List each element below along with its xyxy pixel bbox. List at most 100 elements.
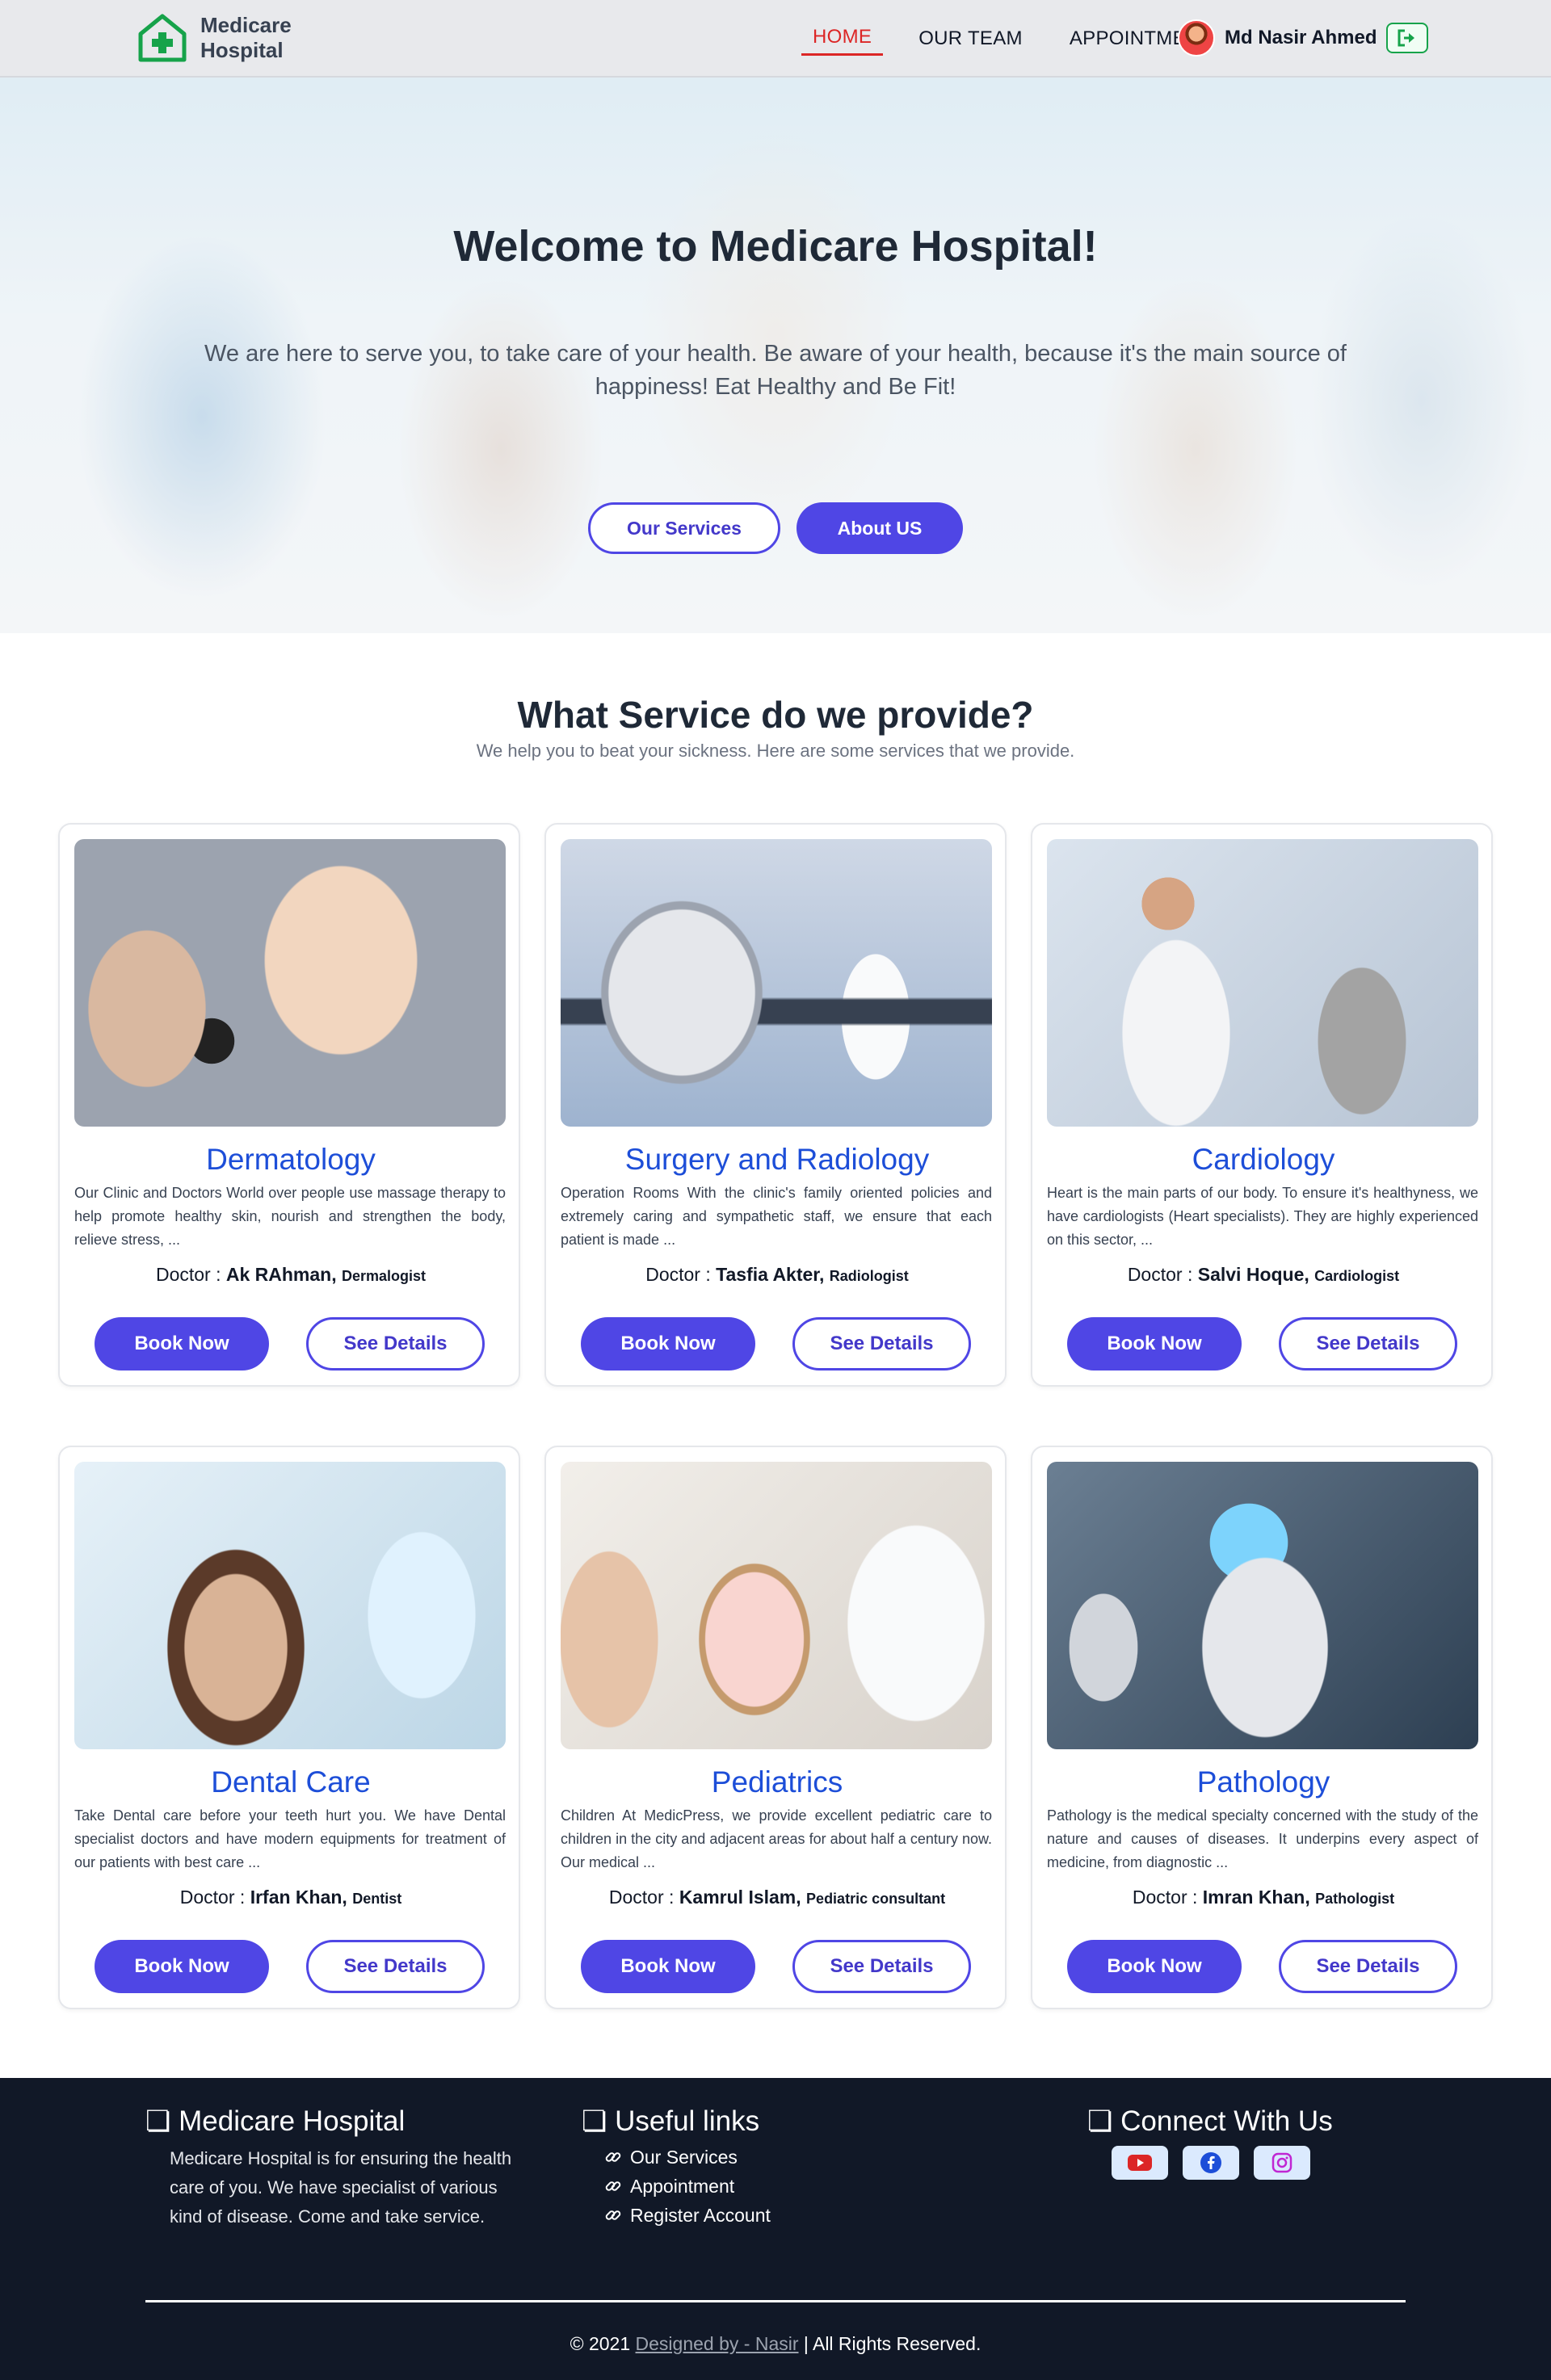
instagram-icon [1271,2152,1292,2173]
doctor-specialty: Radiologist [829,1268,909,1284]
footer-divider [145,2300,1406,2302]
service-doctor: Doctor : Salvi Hoque, Cardiologist [1032,1264,1494,1286]
our-services-button[interactable]: Our Services [588,502,780,554]
doctor-name: Imran Khan, [1202,1887,1310,1908]
link-icon [605,2210,621,2220]
footer-links-heading: ❏ Useful links [582,2105,759,2138]
footer-link-our-services[interactable]: Our Services [604,2143,771,2172]
doctor-specialty: Cardiologist [1314,1268,1400,1284]
link-icon [605,2152,621,2162]
service-image [1047,1462,1478,1749]
service-title: Dermatology [206,1143,376,1176]
service-card-pediatrics: Pediatrics Children At MedicPress, we pr… [544,1446,1007,2009]
logout-button[interactable] [1386,23,1429,53]
service-title: Cardiology [1192,1143,1335,1176]
brand-line-1: Medicare [200,13,292,37]
service-description: Heart is the main parts of our body. To … [1047,1185,1478,1248]
service-title: Pathology [1196,1765,1330,1799]
youtube-button[interactable] [1112,2146,1168,2180]
see-details-button[interactable]: See Details [792,1317,971,1370]
service-card-cardiology: Cardiology Heart is the main parts of ou… [1031,823,1493,1387]
service-title: Dental Care [211,1765,371,1799]
brand-name: Medicare Hospital [200,13,292,63]
instagram-button[interactable] [1254,2146,1310,2180]
facebook-button[interactable] [1183,2146,1239,2180]
service-image [1047,839,1478,1127]
doctor-name: Salvi Hoque, [1197,1264,1309,1285]
designer-link[interactable]: Designed by - Nasir [636,2333,799,2354]
service-description: Pathology is the medical specialty conce… [1047,1807,1478,1870]
footer-links-title: Useful links [615,2105,760,2137]
service-doctor: Doctor : Imran Khan, Pathologist [1032,1887,1494,1908]
brand-logo[interactable]: Medicare Hospital [136,11,292,65]
doctor-prefix: Doctor : [645,1264,717,1285]
link-icon [605,2181,621,2191]
doctor-prefix: Doctor : [1132,1887,1203,1908]
social-links [1112,2146,1325,2180]
footer-about-text: Medicare Hospital is for ensuring the he… [170,2148,512,2227]
footer-link-appointment[interactable]: Appointment [604,2172,771,2201]
service-description: Our Clinic and Doctors World over people… [74,1185,506,1248]
see-details-button[interactable]: See Details [306,1317,485,1370]
service-doctor: Doctor : Kamrul Islam, Pediatric consult… [546,1887,1008,1908]
book-now-button[interactable]: Book Now [95,1317,269,1370]
book-now-button[interactable]: Book Now [1067,1940,1242,1993]
service-image [561,839,992,1127]
book-now-button[interactable]: Book Now [581,1940,755,1993]
book-now-button[interactable]: Book Now [1067,1317,1242,1370]
service-description: Children At MedicPress, we provide excel… [561,1807,992,1870]
service-doctor: Doctor : Ak RAhman, Dermalogist [60,1264,522,1286]
service-title: Pediatrics [711,1765,843,1799]
footer-link-label: Appointment [630,2175,735,2197]
hero-text: We are here to serve you, to take care o… [204,341,1347,400]
copyright: © 2021 Designed by - Nasir | All Rights … [0,2333,1551,2355]
doctor-name: Tasfia Akter, [716,1264,825,1285]
see-details-button[interactable]: See Details [1279,1940,1457,1993]
about-us-button[interactable]: About US [797,502,963,554]
footer-link-label: Register Account [630,2204,771,2226]
book-now-button[interactable]: Book Now [95,1940,269,1993]
service-image [74,1462,506,1749]
doctor-specialty: Pediatric consultant [806,1891,946,1907]
hero-banner: Welcome to Medicare Hospital! We are her… [0,78,1551,633]
service-title: Surgery and Radiology [624,1143,930,1176]
service-card-pathology: Pathology Pathology is the medical speci… [1031,1446,1493,2009]
copyright-suffix: | All Rights Reserved. [798,2333,981,2354]
see-details-button[interactable]: See Details [1279,1317,1457,1370]
see-details-button[interactable]: See Details [306,1940,485,1993]
service-doctor: Doctor : Tasfia Akter, Radiologist [546,1264,1008,1286]
footer-about-title: Medicare Hospital [179,2105,406,2137]
services-title: What Service do we provide? [517,694,1034,736]
doctor-prefix: Doctor : [1127,1264,1198,1285]
service-image [561,1462,992,1749]
footer-about-heading: ❏ Medicare Hospital [145,2105,405,2138]
doctor-name: Irfan Khan, [250,1887,347,1908]
nav-home[interactable]: HOME [801,23,884,56]
avatar[interactable] [1178,19,1215,57]
service-card-surgery-radiology: Surgery and Radiology Operation Rooms Wi… [544,823,1007,1387]
book-now-button[interactable]: Book Now [581,1317,755,1370]
service-card-dermatology: Dermatology Our Clinic and Doctors World… [58,823,520,1387]
service-description: Take Dental care before your teeth hurt … [74,1807,506,1870]
doctor-specialty: Dentist [352,1891,402,1907]
footer-link-label: Our Services [630,2146,738,2168]
service-description: Operation Rooms With the clinic's family… [561,1185,992,1248]
see-details-button[interactable]: See Details [792,1940,971,1993]
services-subtitle: We help you to beat your sickness. Here … [476,741,1075,761]
footer-link-register-account[interactable]: Register Account [604,2201,771,2230]
checkbox-icon: ❏ [145,2105,171,2137]
sign-out-icon [1398,29,1415,47]
service-image [74,839,506,1127]
doctor-name: Ak RAhman, [225,1264,337,1285]
doctor-prefix: Doctor : [608,1887,679,1908]
footer-connect-heading: ❏ Connect With Us [1087,2105,1333,2138]
hero-title: Welcome to Medicare Hospital! [453,222,1098,271]
nav-our-team[interactable]: OUR TEAM [907,24,1034,55]
doctor-prefix: Doctor : [155,1264,226,1285]
footer-links: Our Services Appointment Register Accoun… [604,2143,771,2230]
youtube-icon [1128,2155,1152,2171]
service-card-dental-care: Dental Care Take Dental care before your… [58,1446,520,2009]
hospital-house-icon [138,14,187,62]
doctor-name: Kamrul Islam, [679,1887,801,1908]
copyright-prefix: © 2021 [570,2333,636,2354]
